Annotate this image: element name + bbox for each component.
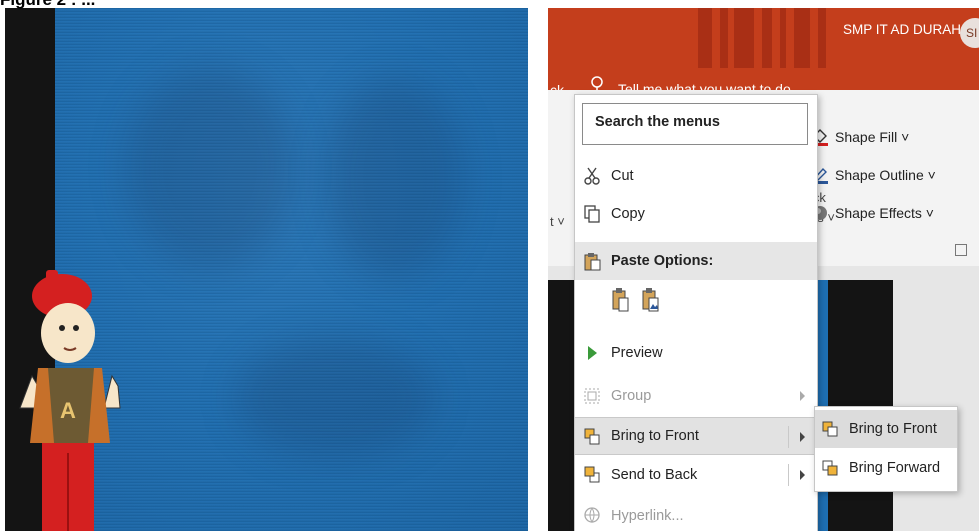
decorative-stripe [818, 8, 826, 68]
shape-fill-button[interactable]: Shape Fill ˅ [811, 126, 909, 148]
ribbon-tab-fragment[interactable]: ck [550, 82, 564, 90]
shape-fill-label: Shape Fill ˅ [835, 129, 910, 145]
tell-me-search[interactable]: Tell me what you want to do [618, 81, 791, 90]
group-icon [584, 388, 600, 404]
shape-effects-label: Shape Effects ˅ [835, 205, 934, 221]
bring-to-front-icon [822, 421, 838, 437]
submenu-arrow-icon[interactable] [800, 432, 805, 442]
account-name[interactable]: SMP IT AD DURAH [843, 22, 961, 37]
ribbon-title-bar: SMP IT AD DURAH SI ck Tell me what you w… [548, 8, 979, 90]
ribbon-fragment: t ˅ [550, 214, 565, 229]
submenu-item-bring-forward[interactable]: Bring Forward [815, 449, 957, 487]
copy-icon [584, 205, 600, 223]
decorative-stripe [762, 8, 772, 68]
menu-item-group[interactable]: Group [575, 377, 817, 415]
decorative-stripe [698, 8, 712, 68]
ghost-shape [125, 68, 295, 268]
menu-item-copy[interactable]: Copy [575, 195, 817, 233]
shape-outline-label: Shape Outline ˅ [835, 167, 936, 183]
menu-item-send-to-back[interactable]: Send to Back [575, 456, 817, 494]
figure-caption: Figure 2 : ... [0, 0, 95, 9]
paste-keep-formatting-icon[interactable] [611, 287, 631, 313]
split-divider [788, 426, 789, 448]
menu-item-hyperlink[interactable]: Hyperlink... [575, 497, 817, 531]
paste-icon [584, 253, 601, 271]
account-avatar[interactable]: SI [960, 18, 979, 48]
decorative-stripe [794, 8, 810, 68]
bring-to-front-icon [584, 428, 600, 445]
menu-item-cut[interactable]: Cut [575, 157, 817, 195]
menu-item-bring-to-front[interactable]: Bring to Front [575, 417, 817, 455]
submenu-item-bring-to-front[interactable]: Bring to Front [815, 410, 957, 448]
submenu-arrow-icon [800, 391, 805, 401]
menu-item-label: Hyperlink... [611, 508, 684, 524]
menu-item-label: Paste Options: [611, 253, 714, 269]
decorative-stripe [780, 8, 786, 68]
submenu-item-label: Bring Forward [849, 460, 941, 476]
split-divider [788, 464, 789, 486]
menu-item-label: Group [611, 388, 652, 404]
menu-item-label: Copy [611, 206, 645, 222]
menu-item-label: Bring to Front [611, 428, 699, 444]
hyperlink-icon [584, 507, 600, 524]
menu-item-preview[interactable]: Preview [575, 334, 817, 372]
search-menus-input[interactable]: Search the menus [582, 103, 808, 145]
menu-item-label: Preview [611, 345, 663, 361]
submenu-arrow-icon[interactable] [800, 470, 805, 480]
menu-item-label: Cut [611, 168, 634, 184]
cartoon-boy-illustration: A [19, 270, 121, 531]
paste-as-picture-icon[interactable] [641, 287, 661, 313]
shape-effects-button[interactable]: Shape Effects ˅ [811, 202, 934, 224]
bring-to-front-submenu: Bring to Front Bring Forward [814, 406, 958, 492]
context-menu: Search the menus Cut Copy Paste Options:… [574, 94, 818, 531]
scissors-icon [584, 167, 600, 185]
paste-options-header: Paste Options: [575, 242, 817, 280]
blue-textured-background [55, 8, 528, 531]
send-to-back-icon [584, 466, 600, 483]
dialog-launcher-icon[interactable] [955, 244, 967, 256]
decorative-stripe [720, 8, 728, 68]
powerpoint-screenshot: SMP IT AD DURAH SI ck Tell me what you w… [548, 8, 979, 531]
lightbulb-icon [591, 76, 603, 90]
bring-forward-icon [822, 460, 838, 476]
svg-text:A: A [60, 398, 76, 423]
ghost-shape [325, 78, 465, 278]
decorative-stripe [734, 8, 754, 68]
menu-item-label: Send to Back [611, 467, 698, 483]
submenu-item-label: Bring to Front [849, 421, 937, 437]
ghost-shape [235, 338, 435, 458]
play-icon [588, 346, 597, 360]
shape-outline-button[interactable]: Shape Outline ˅ [811, 164, 936, 186]
